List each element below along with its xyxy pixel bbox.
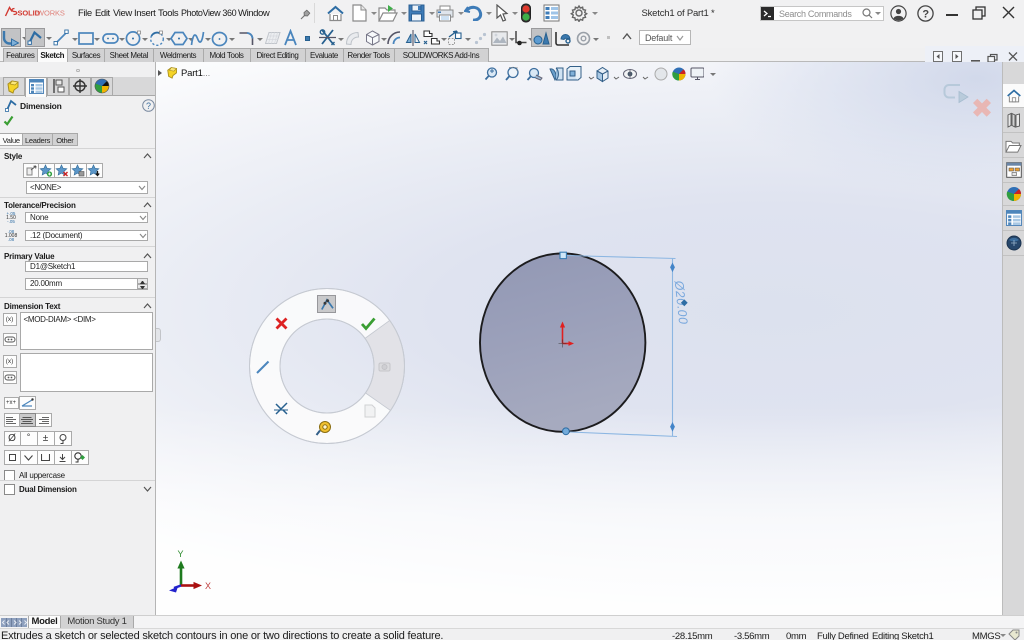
svg-text:?: ? [146,101,151,111]
svg-text:X: X [205,581,211,591]
svg-text:?: ? [922,8,929,20]
svg-text:Ø20.00: Ø20.00 [672,279,691,325]
svg-text:WORKS: WORKS [37,9,65,18]
svg-text:Y: Y [178,549,184,559]
